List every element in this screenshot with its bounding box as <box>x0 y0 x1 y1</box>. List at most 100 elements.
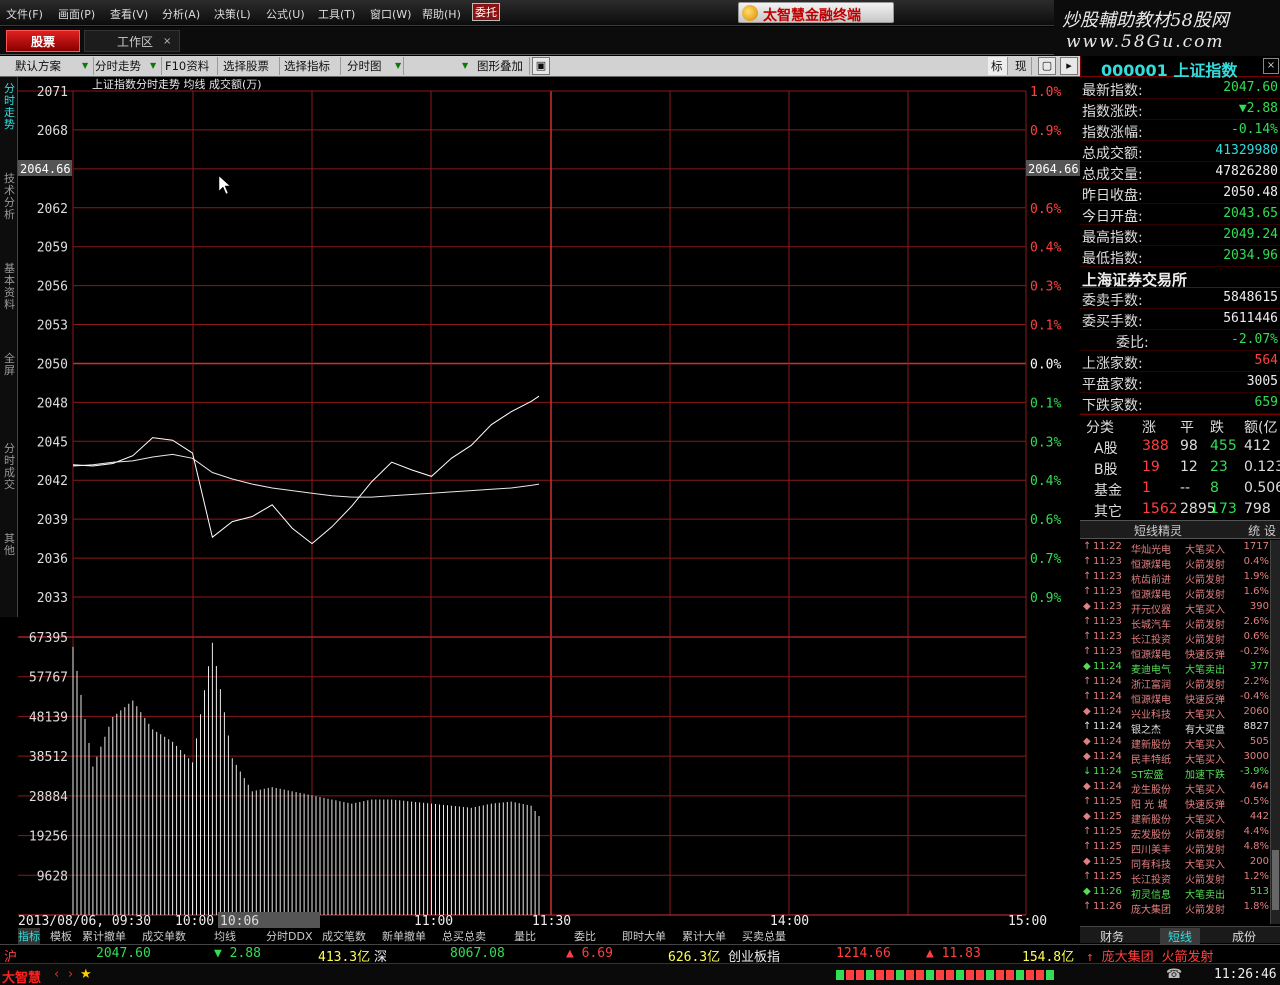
tab-components[interactable]: 成份 <box>1232 928 1256 945</box>
watermark-line1: 炒股輔助教材58股网 <box>1062 10 1229 31</box>
sprite-row[interactable]: ↓ 11:24 ST宏盛 加速下跌 -3.9% <box>1083 765 1269 781</box>
percent-tick: 0.4% <box>1030 474 1061 489</box>
sprite-row[interactable]: ↑ 11:23 杭齿前进 火箭发射 1.9% <box>1083 570 1269 586</box>
sprite-row[interactable]: ↑ 11:22 华灿光电 大笔买入 1717 <box>1083 540 1269 556</box>
breadth-bar <box>876 970 884 980</box>
sprite-event: 大笔买入 <box>1185 755 1225 766</box>
sprite-row[interactable]: ↑ 11:24 银之杰 有大买盘 8827 <box>1083 720 1269 736</box>
indicator-tab[interactable]: 累计撤单 <box>82 928 126 944</box>
sprite-time: 11:23 <box>1093 556 1122 567</box>
indicator-tab[interactable]: 量比 <box>514 928 536 944</box>
sprite-time: 11:24 <box>1093 736 1122 747</box>
sprite-row[interactable]: ↑ 11:25 阳 光 城 快速反弹 -0.5% <box>1083 795 1269 811</box>
sprite-row[interactable]: ◆ 11:24 兴业科技 大笔买入 2060 <box>1083 705 1269 721</box>
indicator-tab[interactable]: 累计大单 <box>682 928 726 944</box>
close-icon[interactable]: × <box>163 31 171 53</box>
overlay-button[interactable]: 图形叠加 <box>474 57 530 75</box>
sprite-row[interactable]: ↑ 11:24 恒源煤电 快速反弹 -0.4% <box>1083 690 1269 706</box>
menu-formula[interactable]: 公式(U) <box>266 6 305 22</box>
menu-screen[interactable]: 画面(P) <box>58 6 95 22</box>
sprite-row[interactable]: ↑ 11:26 庞大集团 火箭发射 1.8% <box>1083 900 1269 916</box>
chevron-down-icon[interactable]: ▼ <box>462 59 470 72</box>
indicator-tab[interactable]: 买卖总量 <box>742 928 786 944</box>
quote-key: 最高指数: <box>1082 230 1143 246</box>
sprite-row[interactable]: ↑ 11:23 恒源煤电 火箭发射 0.4% <box>1083 555 1269 571</box>
sprite-time: 11:25 <box>1093 826 1122 837</box>
volume-tick: 19256 <box>29 830 68 845</box>
indicator-tab[interactable]: 成交单数 <box>142 928 186 944</box>
cy-change: ▲ 11.83 <box>926 946 981 961</box>
select-indicator-button[interactable]: 选择指标 <box>281 57 341 75</box>
chevron-down-icon[interactable]: ▼ <box>150 59 158 72</box>
tab-stock[interactable]: 股票 <box>6 30 80 52</box>
indicator-tab[interactable]: 模板 <box>50 928 72 944</box>
sprite-row[interactable]: ◆ 11:25 建新股份 大笔买入 442 <box>1083 810 1269 826</box>
tab-shortline[interactable]: 短线 <box>1160 928 1201 945</box>
biao-button[interactable]: 标 <box>988 57 1008 75</box>
sprite-row[interactable]: ↑ 11:25 四川美丰 火箭发射 4.8% <box>1083 840 1269 856</box>
average-line <box>72 453 540 498</box>
sprite-value: 200 <box>1249 856 1269 867</box>
sprite-stock: 建新股份 <box>1131 815 1171 826</box>
window-icon[interactable]: ▢ <box>1038 57 1056 75</box>
sprite-row[interactable]: ◆ 11:24 麦迪电气 大笔卖出 377 <box>1083 660 1269 676</box>
star-icon[interactable]: ★ <box>80 967 92 982</box>
indicator-tab[interactable]: 新单撤单 <box>382 928 426 944</box>
sprite-row[interactable]: ◆ 11:24 龙生股份 大笔买入 464 <box>1083 780 1269 796</box>
menu-window[interactable]: 窗口(W) <box>370 6 411 22</box>
tab-workspace[interactable]: 工作区 × <box>84 30 180 52</box>
lock-icon[interactable]: ▣ <box>532 57 550 75</box>
menu-view[interactable]: 查看(V) <box>110 6 148 22</box>
intraday-chart[interactable]: 2071206820652062205920562053205020482045… <box>0 77 1080 928</box>
sprite-row[interactable]: ↑ 11:23 恒源煤电 快速反弹 -0.2% <box>1083 645 1269 661</box>
sprite-scrollbar[interactable] <box>1270 540 1280 924</box>
sprite-row[interactable]: ◆ 11:26 初灵信息 大笔卖出 513 <box>1083 885 1269 901</box>
quote-row: 今日开盘: 2043.65 <box>1080 204 1280 225</box>
prev-icon[interactable]: ‹ <box>54 967 59 982</box>
menu-file[interactable]: 文件(F) <box>6 6 43 22</box>
volume-tick: 9628 <box>37 869 68 884</box>
quote-row: 指数涨幅: -0.14% <box>1080 120 1280 141</box>
select-stock-button[interactable]: 选择股票 <box>220 57 280 75</box>
sprite-event: 加速下跌 <box>1185 770 1225 781</box>
indicator-tab[interactable]: 即时大单 <box>622 928 666 944</box>
sprite-row[interactable]: ↑ 11:23 恒源煤电 火箭发射 1.6% <box>1083 585 1269 601</box>
indicator-tab[interactable]: 分时DDX <box>266 928 312 944</box>
indicator-tab[interactable]: 成交笔数 <box>322 928 366 944</box>
watermark: 炒股輔助教材58股网 www.58Gu.com <box>1054 0 1280 56</box>
brand-logo: 太智慧金融终端 <box>738 2 894 24</box>
percent-tick: 1.0% <box>1030 85 1061 100</box>
menu-help[interactable]: 帮助(H) <box>422 6 461 22</box>
indicator-tab[interactable]: 均线 <box>214 928 236 944</box>
menu-decision[interactable]: 决策(L) <box>214 6 251 22</box>
sprite-row[interactable]: ◆ 11:23 开元仪器 大笔买入 390 <box>1083 600 1269 616</box>
sprite-row[interactable]: ↑ 11:25 长江投资 火箭发射 1.2% <box>1083 870 1269 886</box>
sprite-stock: 恒源煤电 <box>1131 695 1171 706</box>
entrust-button[interactable]: 委托 <box>472 3 500 21</box>
sprite-row[interactable]: ◆ 11:25 同有科技 大笔买入 200 <box>1083 855 1269 871</box>
sprite-row[interactable]: ◆ 11:24 民丰特纸 大笔买入 3000 <box>1083 750 1269 766</box>
sprite-value: 2.2% <box>1243 676 1269 687</box>
chevron-down-icon[interactable]: ▼ <box>395 59 403 72</box>
xian-button[interactable]: 现 <box>1012 57 1032 75</box>
indicator-tab[interactable]: 指标 <box>18 928 40 944</box>
sprite-settings[interactable]: 统 设 <box>1248 522 1276 539</box>
indicator-tab[interactable]: 总买总卖 <box>442 928 486 944</box>
sprite-row[interactable]: ↑ 11:23 长城汽车 火箭发射 2.6% <box>1083 615 1269 631</box>
tab-finance[interactable]: 财务 <box>1100 928 1124 945</box>
sprite-row[interactable]: ◆ 11:24 建新股份 大笔买入 505 <box>1083 735 1269 751</box>
percent-tick: 0.1% <box>1030 396 1061 411</box>
sprite-row[interactable]: ↑ 11:23 长江投资 火箭发射 0.6% <box>1083 630 1269 646</box>
menu-tools[interactable]: 工具(T) <box>318 6 355 22</box>
sprite-row[interactable]: ↑ 11:24 浙江富润 火箭发射 2.2% <box>1083 675 1269 691</box>
indicator-tab[interactable]: 委比 <box>574 928 596 944</box>
collapse-icon[interactable]: ▸ <box>1060 57 1078 75</box>
calendar-icon[interactable]: ☎ <box>1166 967 1182 982</box>
scrollbar-thumb[interactable] <box>1272 850 1279 910</box>
sprite-row[interactable]: ↑ 11:25 宏发股份 火箭发射 4.4% <box>1083 825 1269 841</box>
close-icon[interactable]: × <box>1263 58 1279 74</box>
f10-button[interactable]: F10资料 <box>162 57 218 75</box>
next-icon[interactable]: › <box>68 967 73 982</box>
chevron-down-icon[interactable]: ▼ <box>82 59 90 72</box>
menu-analysis[interactable]: 分析(A) <box>162 6 200 22</box>
